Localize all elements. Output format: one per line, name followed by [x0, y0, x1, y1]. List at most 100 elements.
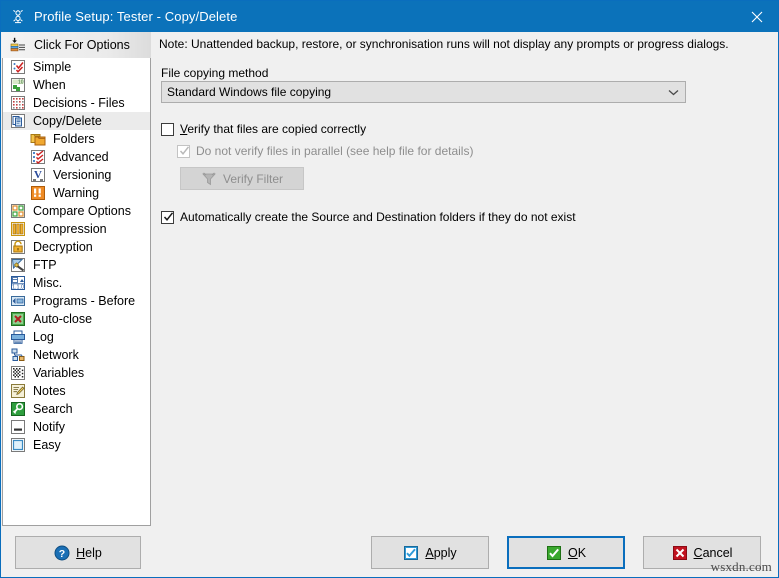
help-label-rest: elp — [85, 545, 102, 560]
cancel-accesskey: C — [693, 545, 703, 560]
sidebar-item-log[interactable]: Log — [3, 328, 150, 346]
sidebar-item-decisions-files[interactable]: Decisions - Files — [3, 94, 150, 112]
folders-icon — [30, 131, 46, 147]
options-stack-icon — [10, 37, 26, 53]
sidebar-item-versioning[interactable]: V Versioning — [3, 166, 150, 184]
sidebar-item-advanced[interactable]: Advanced — [3, 148, 150, 166]
sidebar-header-label: Click For Options — [34, 38, 130, 52]
no-parallel-verify-checkbox[interactable] — [177, 145, 190, 158]
sidebar-item-folders[interactable]: Folders — [3, 130, 150, 148]
ok-button-label: OK — [568, 546, 586, 560]
sidebar-item-label: Notify — [33, 420, 65, 434]
sidebar-item-label: Warning — [53, 186, 100, 200]
sidebar-item-label: Network — [33, 348, 79, 362]
svg-text:10: 10 — [18, 80, 24, 86]
sidebar-item-easy[interactable]: Easy — [3, 436, 150, 454]
watermark: wsxdn.com — [710, 559, 772, 574]
sidebar-item-copy-delete[interactable]: Copy/Delete — [3, 112, 150, 130]
decryption-icon — [10, 239, 26, 255]
notes-icon — [10, 383, 26, 399]
ok-button[interactable]: OK — [507, 536, 625, 569]
sidebar-item-label: Compression — [33, 222, 107, 236]
warning-icon — [30, 185, 46, 201]
log-icon — [10, 329, 26, 345]
search-icon — [10, 401, 26, 417]
help-button[interactable]: ? Help — [15, 536, 141, 569]
sidebar-item-label: Programs - Before — [33, 294, 136, 308]
file-copying-method-value: Standard Windows file copying — [167, 85, 332, 99]
cancel-x-icon — [672, 545, 688, 561]
ok-label-rest: K — [577, 545, 587, 560]
verify-files-label: Verify that files are copied correctly — [180, 122, 366, 136]
chevron-down-icon — [661, 89, 685, 96]
ok-check-icon — [546, 545, 562, 561]
ftp-icon — [10, 257, 26, 273]
sidebar-item-label: Search — [33, 402, 73, 416]
network-icon — [10, 347, 26, 363]
apply-accesskey: A — [425, 545, 434, 560]
file-copying-method-label: File copying method — [161, 66, 269, 80]
sidebar-item-ftp[interactable]: FTP — [3, 256, 150, 274]
ok-accesskey: O — [567, 545, 578, 560]
apply-button[interactable]: Apply — [371, 536, 489, 569]
sidebar-item-decryption[interactable]: Decryption — [3, 238, 150, 256]
close-icon[interactable] — [734, 1, 778, 32]
unattended-note: Note: Unattended backup, restore, or syn… — [159, 37, 729, 51]
compare-options-icon — [10, 203, 26, 219]
sidebar-item-when[interactable]: 10 When — [3, 76, 150, 94]
sidebar-item-compression[interactable]: Compression — [3, 220, 150, 238]
verify-filter-button[interactable]: Verify Filter — [180, 167, 304, 190]
sidebar-item-network[interactable]: Network — [3, 346, 150, 364]
verify-filter-label: Verify Filter — [222, 171, 283, 186]
decisions-files-icon — [10, 95, 26, 111]
sidebar-item-label: When — [33, 78, 66, 92]
versioning-icon: V — [30, 167, 46, 183]
sidebar-item-label: Advanced — [53, 150, 109, 164]
sidebar-item-label: Copy/Delete — [33, 114, 102, 128]
sidebar-item-label: Misc. — [33, 276, 63, 290]
compression-icon — [10, 221, 26, 237]
sidebar-item-misc[interactable]: 1.1.0 Misc. — [3, 274, 150, 292]
notify-icon — [10, 419, 26, 435]
sidebar-item-label: Notes — [33, 384, 66, 398]
sidebar-item-compare-options[interactable]: Compare Options — [3, 202, 150, 220]
sidebar-item-variables[interactable]: Variables — [3, 364, 150, 382]
programs-before-icon — [10, 293, 26, 309]
sidebar-item-label: Folders — [53, 132, 95, 146]
checkmark-icon — [163, 210, 174, 223]
profile-setup-icon — [10, 9, 26, 25]
sidebar-header[interactable]: Click For Options — [2, 32, 151, 58]
sidebar-item-auto-close[interactable]: Auto-close — [3, 310, 150, 328]
filter-icon — [201, 171, 217, 187]
copy-delete-icon — [10, 113, 26, 129]
auto-close-icon — [10, 311, 26, 327]
sidebar-item-label: Compare Options — [33, 204, 131, 218]
auto-create-folders-checkbox[interactable] — [161, 211, 174, 224]
title-bar: Profile Setup: Tester - Copy/Delete — [1, 1, 778, 32]
auto-create-folders-label: Automatically create the Source and Dest… — [180, 210, 576, 224]
sidebar-item-programs-before[interactable]: Programs - Before — [3, 292, 150, 310]
svg-text:1.1.0: 1.1.0 — [12, 285, 24, 291]
verify-files-checkbox-row[interactable]: Verify that files are copied correctly — [161, 122, 366, 136]
sidebar-item-simple[interactable]: Simple — [3, 58, 150, 76]
cancel-label-rest: ancel — [702, 545, 733, 560]
svg-text:?: ? — [59, 548, 65, 560]
auto-create-folders-checkbox-row[interactable]: Automatically create the Source and Dest… — [161, 210, 576, 224]
options-sidebar[interactable]: Simple 10 When Decisions - Files Copy/De… — [2, 58, 151, 526]
verify-files-checkbox[interactable] — [161, 123, 174, 136]
misc-icon: 1.1.0 — [10, 275, 26, 291]
sidebar-item-label: Auto-close — [33, 312, 93, 326]
advanced-icon — [30, 149, 46, 165]
sidebar-item-notes[interactable]: Notes — [3, 382, 150, 400]
verify-label-rest: erify that files are copied correctly — [187, 122, 367, 136]
sidebar-item-notify[interactable]: Notify — [3, 418, 150, 436]
apply-icon — [403, 545, 419, 561]
sidebar-item-label: Variables — [33, 366, 85, 380]
window-title: Profile Setup: Tester - Copy/Delete — [34, 9, 238, 24]
checkmark-icon — [179, 144, 190, 157]
sidebar-item-warning[interactable]: Warning — [3, 184, 150, 202]
sidebar-item-search[interactable]: Search — [3, 400, 150, 418]
file-copying-method-select[interactable]: Standard Windows file copying — [161, 81, 686, 103]
no-parallel-verify-checkbox-row[interactable]: Do not verify files in parallel (see hel… — [177, 144, 473, 158]
easy-icon — [10, 437, 26, 453]
